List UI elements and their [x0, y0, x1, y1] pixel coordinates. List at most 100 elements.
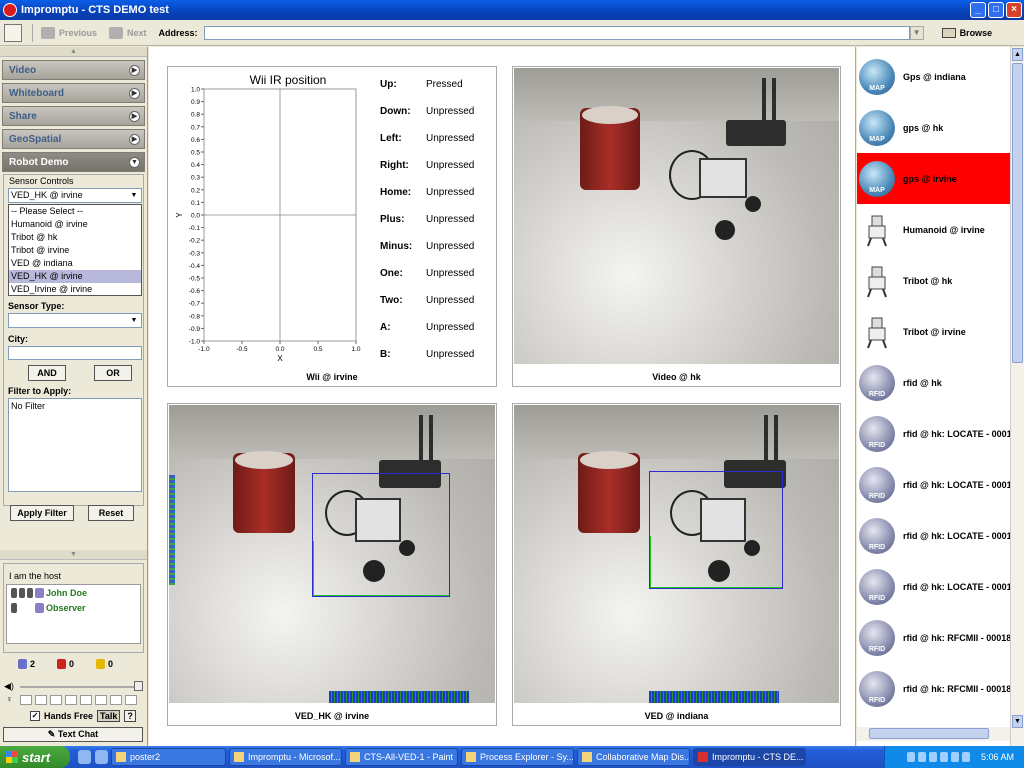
list-item-selected[interactable]: VED_HK @ irvine	[9, 270, 141, 283]
tray-icon[interactable]	[950, 752, 959, 762]
vertical-scrollbar[interactable]: ▲ ▼	[1010, 47, 1024, 746]
menu-item-robot-demo[interactable]: Robot Demo ▼	[2, 152, 145, 172]
tray-icon[interactable]	[917, 752, 926, 762]
scroll-up-icon[interactable]: ▲	[1012, 48, 1023, 61]
list-item[interactable]: Humanoid @ irvine	[9, 218, 141, 231]
text-chat-button[interactable]: ✎ Text Chat	[3, 727, 143, 742]
video-hk-feed[interactable]	[514, 68, 839, 364]
taskbar-item-active[interactable]: Impromptu - CTS DE...	[693, 748, 806, 766]
volume-slider-thumb[interactable]	[134, 681, 143, 691]
sensor-list-item[interactable]: RFID rfid @ hk: LOCATE - 00011	[857, 510, 1010, 561]
volume-slider[interactable]	[20, 686, 138, 688]
sensor-list-item[interactable]: Tribot @ irvine	[857, 306, 1010, 357]
list-item[interactable]: VED @ indiana	[9, 257, 141, 270]
sensor-controls-group: Sensor Controls VED_HK @ irvine ▼ -- Ple…	[3, 174, 144, 506]
rfid-icon: RFID	[859, 670, 895, 707]
desktop-icon[interactable]	[95, 750, 108, 764]
sensor-list-label: rfid @ hk: LOCATE - 00011	[903, 530, 1010, 541]
sensor-list-item[interactable]: RFID rfid @ hk: LOCATE - 00011	[857, 408, 1010, 459]
sensor-list-label: gps @ hk	[903, 122, 944, 133]
sensor-list-item[interactable]: MAP gps @ irvine	[857, 153, 1010, 204]
hands-free-checkbox[interactable]: ✓	[30, 711, 40, 721]
list-item[interactable]: Tribot @ hk	[9, 231, 141, 244]
sensor-list-item[interactable]: RFID rfid @ hk	[857, 357, 1010, 408]
next-label: Next	[127, 27, 147, 38]
tray-icon[interactable]	[961, 752, 970, 762]
and-button[interactable]: AND	[28, 365, 66, 381]
user-icon	[35, 587, 44, 598]
reset-button[interactable]: Reset	[88, 505, 134, 521]
left-sidebar: ▲ Video ▶ Whiteboard ▶ Share ▶ GeoSpatial ▶ …	[0, 47, 148, 746]
ie-icon[interactable]	[78, 750, 91, 764]
address-dropdown-icon[interactable]: ▼	[909, 25, 924, 40]
sensor-list-item[interactable]: RFID rfid @ hk: LOCATE - 00011	[857, 459, 1010, 510]
sensor-list-item[interactable]: RFID rfid @ hk: RFCMII - 000187	[857, 663, 1010, 714]
sensor-list-label: rfid @ hk: LOCATE - 00011	[903, 428, 1010, 439]
sidebar-collapse-grip[interactable]: ▲	[0, 47, 147, 57]
sensor-options-list[interactable]: -- Please Select -- Humanoid @ irvine Tr…	[8, 204, 142, 296]
menu-item-geospatial[interactable]: GeoSpatial ▶	[2, 129, 145, 149]
minimize-button[interactable]: _	[970, 2, 986, 18]
task-label: poster2	[130, 752, 161, 762]
chevron-right-icon: ▶	[129, 64, 140, 76]
filter-label: Filter to Apply:	[8, 386, 72, 396]
previous-button[interactable]: Previous	[41, 26, 97, 39]
hand-icon	[19, 587, 25, 598]
next-icon	[109, 26, 124, 39]
meter-segment	[80, 695, 92, 705]
host-title: I am the host	[9, 571, 62, 581]
help-button[interactable]: ?	[124, 710, 136, 722]
tray-icon[interactable]	[939, 752, 948, 762]
tray-icon[interactable]	[928, 752, 937, 762]
browse-button[interactable]: Browse	[941, 27, 992, 38]
sensor-list-item[interactable]: Humanoid @ irvine	[857, 204, 1010, 255]
hands-free-label: Hands Free	[44, 711, 94, 721]
sidebar-expand-grip[interactable]: ▼	[0, 550, 147, 560]
home-icon[interactable]	[4, 23, 22, 42]
sensor-list-item[interactable]: MAP Gps @ indiana	[857, 51, 1010, 102]
taskbar-item[interactable]: CTS-All-VED-1 - Paint	[345, 748, 458, 766]
rfid-icon: RFID	[859, 619, 895, 656]
sensor-type-select[interactable]: ▼	[8, 313, 142, 328]
scrollbar-thumb[interactable]	[869, 728, 989, 739]
menu-item-share[interactable]: Share ▶	[2, 106, 145, 126]
maximize-button[interactable]: □	[988, 2, 1004, 18]
taskbar-item[interactable]: Impromptu - Microsof...	[229, 748, 342, 766]
or-button[interactable]: OR	[94, 365, 132, 381]
ved-indiana-feed[interactable]	[514, 405, 839, 703]
user-row[interactable]: John Doe	[7, 585, 140, 600]
menu-item-video[interactable]: Video ▶	[2, 60, 145, 80]
tray-icon[interactable]	[906, 752, 915, 762]
sensor-list-item[interactable]: RFID rfid @ hk: LOCATE - 00013	[857, 561, 1010, 612]
taskbar-item[interactable]: Process Explorer - Sy...	[461, 748, 574, 766]
list-item[interactable]: VED_Irvine @ irvine	[9, 283, 141, 296]
taskbar-item[interactable]: poster2	[111, 748, 226, 766]
video-noise-left	[169, 475, 175, 585]
y-tick-label: 0.5	[191, 150, 200, 157]
sensor-list-item[interactable]: MAP gps @ hk	[857, 102, 1010, 153]
menu-item-whiteboard[interactable]: Whiteboard ▶	[2, 83, 145, 103]
horizontal-scrollbar[interactable]	[857, 727, 1010, 741]
rfid-icon: RFID	[859, 415, 895, 452]
ved-hk-feed[interactable]	[169, 405, 495, 703]
close-button[interactable]: ×	[1006, 2, 1022, 18]
humanoid-icon	[859, 212, 895, 248]
sensor-list-item[interactable]: RFID rfid @ hk: RFCMII - 000184	[857, 612, 1010, 663]
list-item[interactable]: Tribot @ irvine	[9, 244, 141, 257]
address-input[interactable]	[203, 25, 910, 40]
talk-button[interactable]: Talk	[97, 710, 121, 722]
filter-textarea[interactable]: No Filter	[8, 398, 142, 492]
user-row[interactable]: Observer	[7, 600, 140, 615]
list-item[interactable]: -- Please Select --	[9, 205, 141, 218]
clock[interactable]: 5:06 AM	[981, 752, 1014, 762]
sensor-list-item[interactable]: Tribot @ hk	[857, 255, 1010, 306]
start-button[interactable]: start	[0, 746, 70, 768]
next-button[interactable]: Next	[109, 26, 147, 39]
scroll-down-icon[interactable]: ▼	[1012, 715, 1023, 728]
apply-filter-button[interactable]: Apply Filter	[10, 505, 74, 521]
sensor-select[interactable]: VED_HK @ irvine ▼	[8, 188, 142, 203]
scrollbar-thumb[interactable]	[1012, 63, 1023, 363]
city-input[interactable]	[8, 346, 142, 360]
taskbar-item[interactable]: Collaborative Map Dis...	[577, 748, 690, 766]
window-title-bar[interactable]: Impromptu - CTS DEMO test _ □ ×	[0, 0, 1024, 20]
